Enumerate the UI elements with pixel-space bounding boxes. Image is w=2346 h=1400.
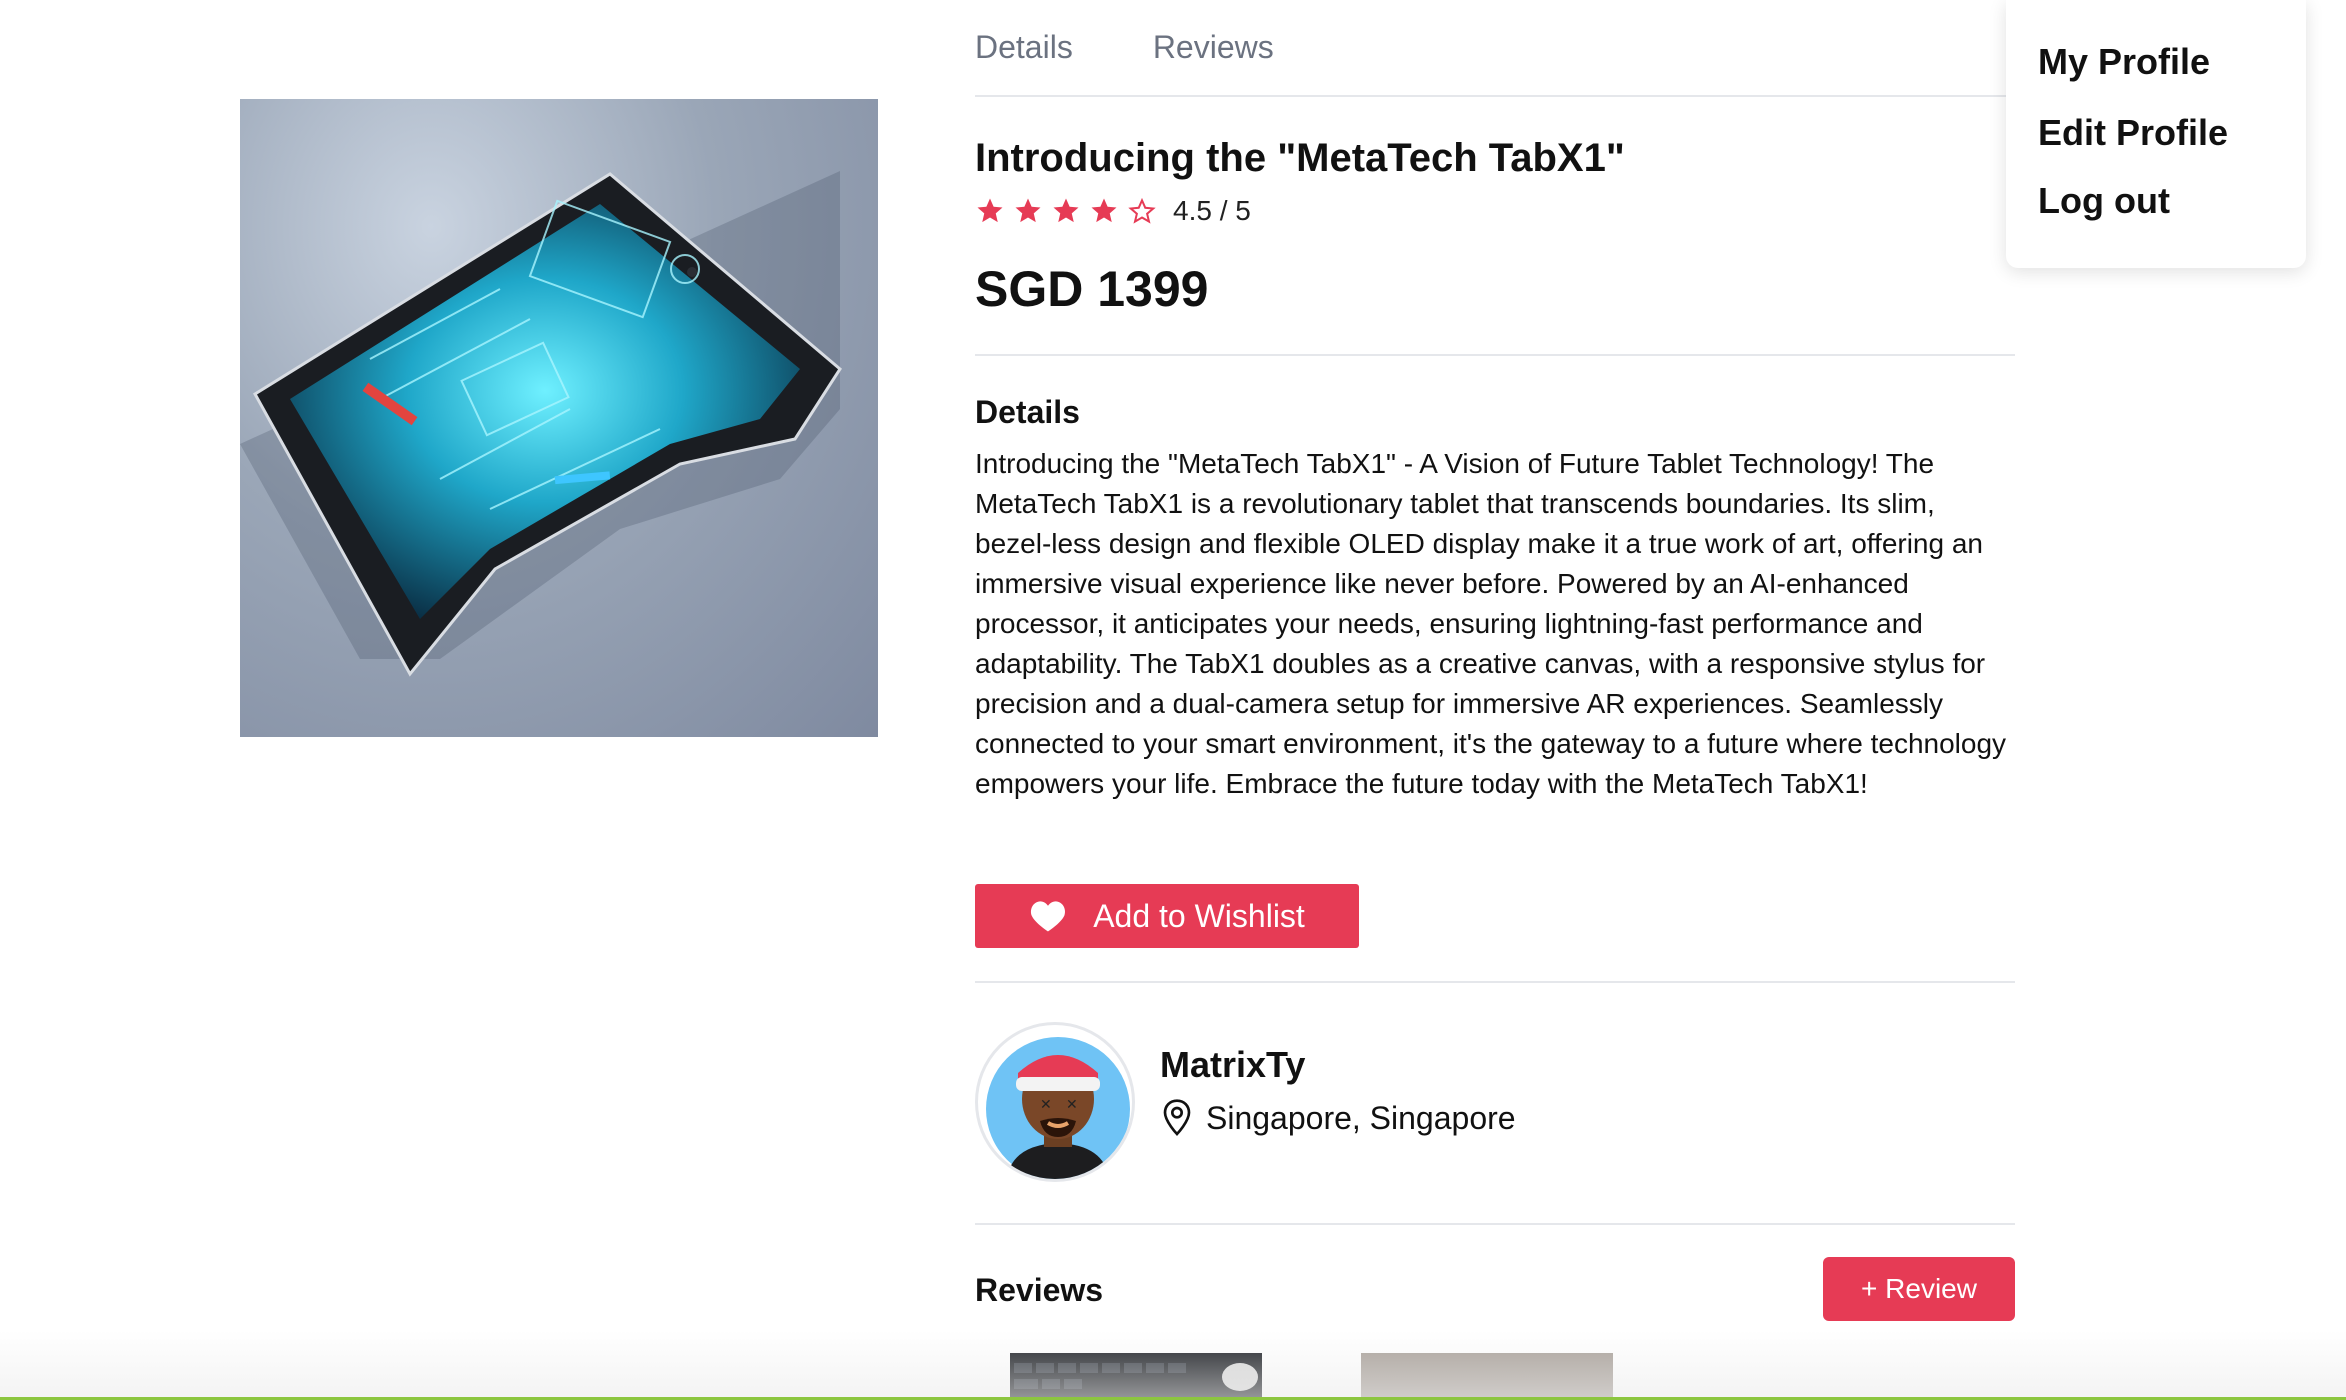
star-empty-icon: [1128, 197, 1156, 224]
location-pin-icon: [1163, 1099, 1191, 1136]
menu-item-log-out[interactable]: Log out: [2038, 183, 2306, 219]
keyboard-photo: [1010, 1353, 1262, 1400]
product-rating: 4.5 / 5: [975, 195, 1251, 227]
tab-details[interactable]: Details: [975, 29, 1073, 66]
star-full-icon: [1015, 198, 1041, 223]
review-image[interactable]: [1361, 1353, 1613, 1400]
divider: [975, 1223, 2015, 1225]
divider: [975, 354, 2015, 356]
svg-text:✕: ✕: [1040, 1097, 1052, 1113]
review-image[interactable]: [1010, 1353, 1262, 1400]
menu-item-my-profile[interactable]: My Profile: [2038, 44, 2306, 80]
product-description: Introducing the "MetaTech TabX1" - A Vis…: [975, 448, 2007, 799]
seller-avatar[interactable]: ✕ ✕: [975, 1022, 1135, 1182]
heart-icon: [1031, 901, 1066, 932]
details-heading: Details: [975, 394, 1080, 430]
product-tabs: Details Reviews: [975, 0, 2015, 97]
svg-text:✕: ✕: [1066, 1097, 1078, 1113]
add-to-wishlist-button[interactable]: Add to Wishlist: [975, 884, 1359, 948]
tab-reviews[interactable]: Reviews: [1153, 29, 1274, 66]
wishlist-label: Add to Wishlist: [1093, 897, 1305, 934]
tablet-illustration: [240, 171, 842, 677]
divider: [975, 981, 2015, 983]
reviews-heading: Reviews: [975, 1272, 1104, 1308]
rating-value: 4.5 / 5: [1173, 195, 1251, 226]
product-title: Introducing the "MetaTech TabX1": [975, 136, 1625, 180]
star-full-icon: [1053, 198, 1079, 223]
avatar-illustration: ✕ ✕: [986, 1037, 1130, 1179]
seller-location-text: Singapore, Singapore: [1206, 1099, 1516, 1136]
product-image: [240, 99, 878, 737]
product-price: SGD 1399: [975, 261, 1209, 317]
star-full-icon: [1091, 198, 1117, 223]
star-full-icon: [977, 198, 1003, 223]
profile-dropdown-menu: My Profile Edit Profile Log out: [2006, 0, 2306, 268]
seller-location: Singapore, Singapore: [1160, 1098, 1516, 1138]
add-review-button[interactable]: + Review: [1823, 1257, 2015, 1321]
menu-item-edit-profile[interactable]: Edit Profile: [2038, 115, 2306, 151]
seller-name[interactable]: MatrixTy: [1160, 1044, 1305, 1086]
